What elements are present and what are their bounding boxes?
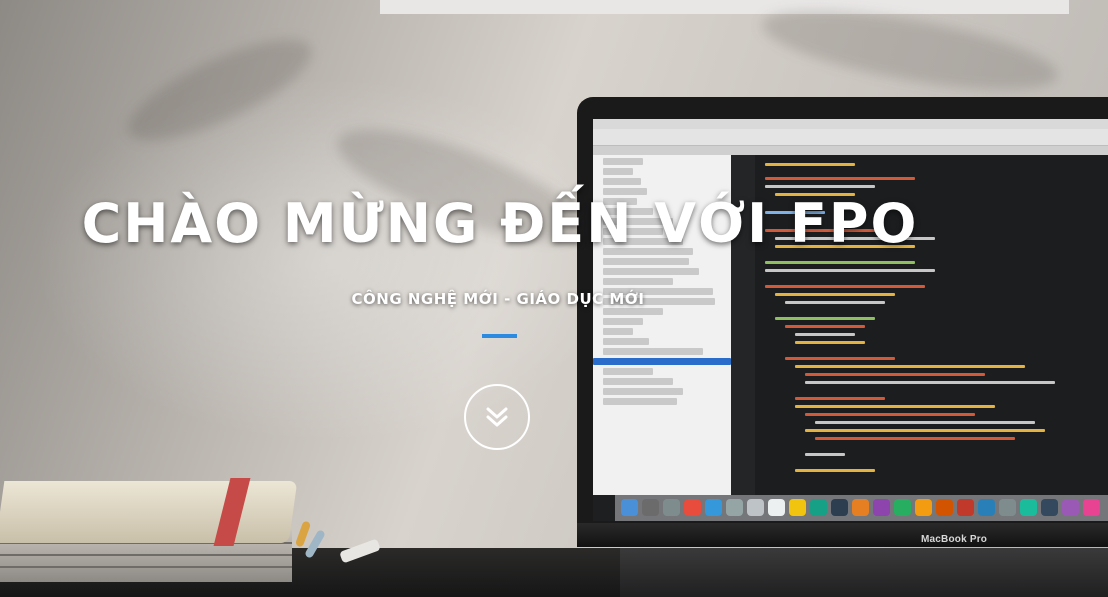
chevron-double-down-icon bbox=[486, 407, 508, 427]
hero-title: CHÀO MỪNG ĐẾN VỚI FPO bbox=[81, 192, 919, 255]
title-divider bbox=[482, 334, 517, 338]
hero-subtitle: CÔNG NGHỆ MỚI - GIÁO DỤC MỚI bbox=[351, 290, 645, 308]
hero-content: CHÀO MỪNG ĐẾN VỚI FPO CÔNG NGHỆ MỚI - GI… bbox=[0, 0, 1108, 597]
scroll-down-button[interactable] bbox=[464, 384, 530, 450]
hero-section: MacBook Pro CHÀO MỪNG ĐẾN VỚI FPO CÔNG N… bbox=[0, 0, 1108, 597]
